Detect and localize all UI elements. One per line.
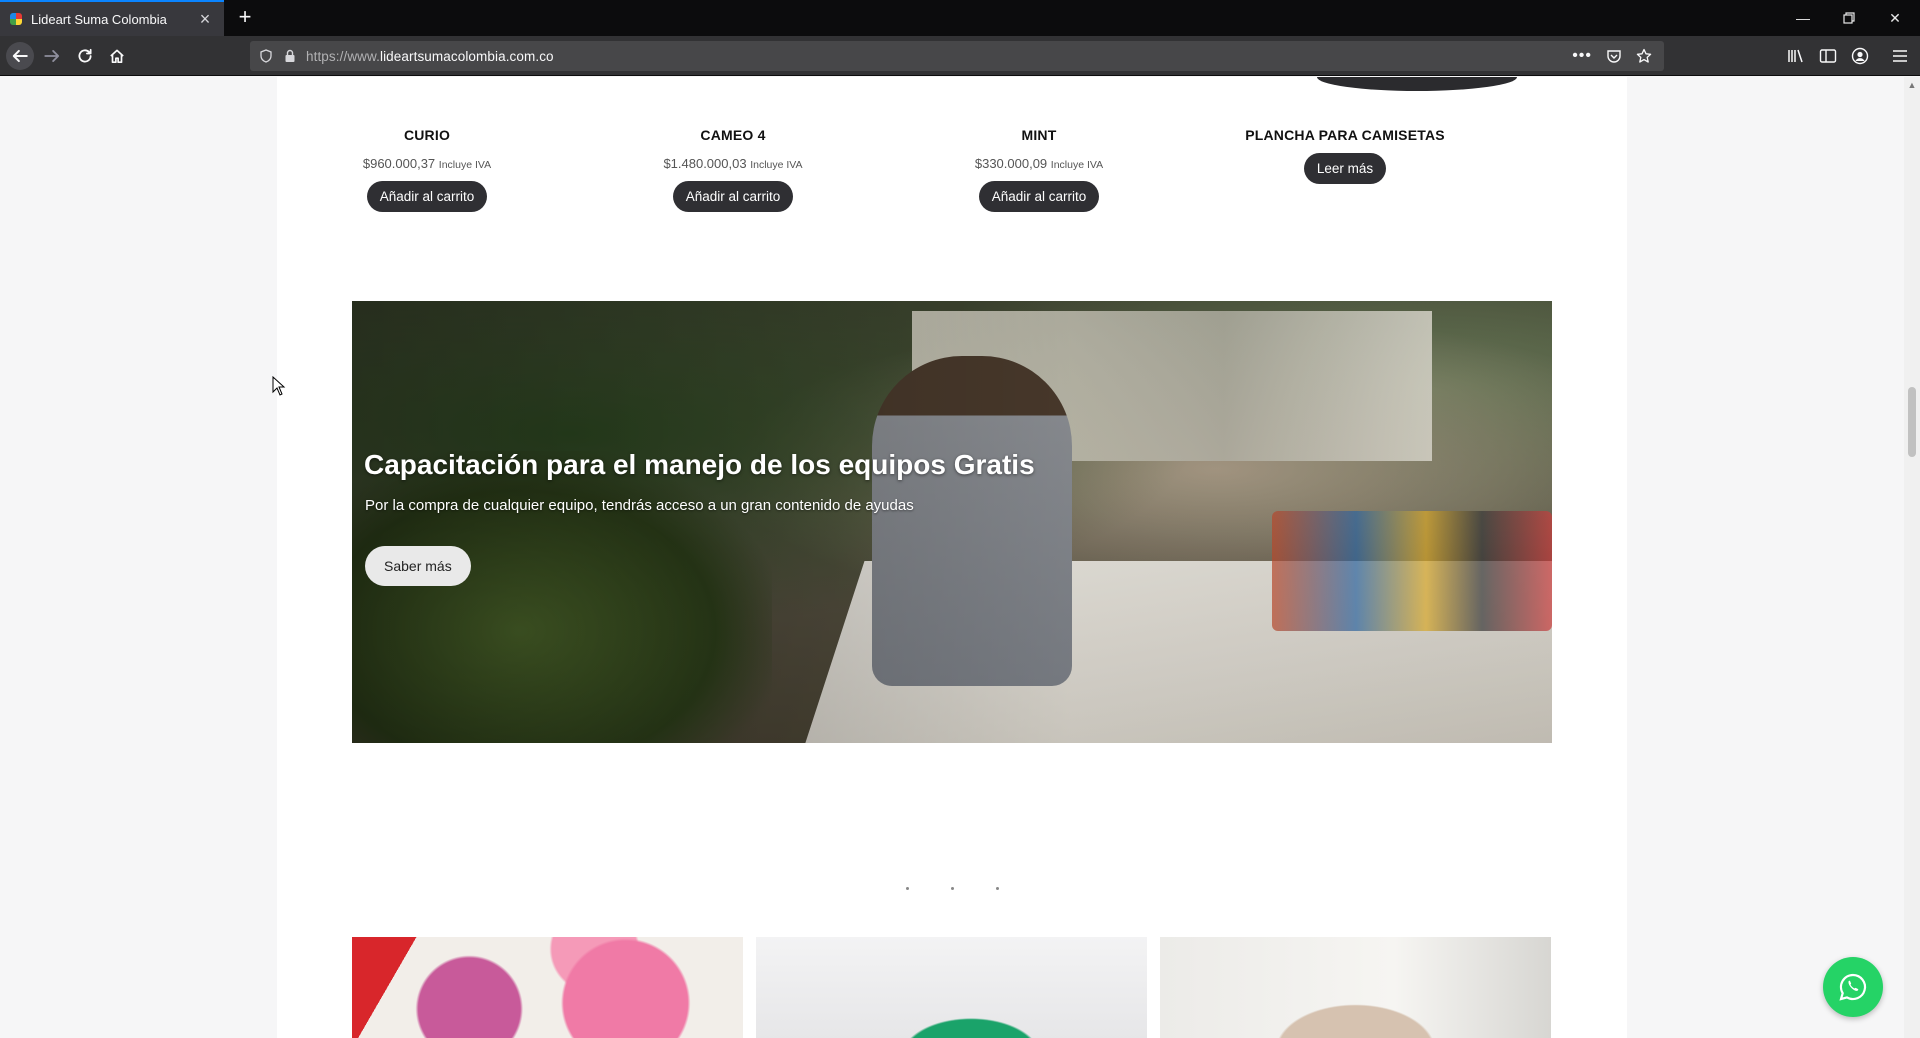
hero-title: Capacitación para el manejo de los equip… (364, 449, 1035, 480)
product-name[interactable]: PLANCHA PARA CAMISETAS (1195, 127, 1495, 143)
price-value: $330.000,09 (974, 156, 1048, 171)
product-name[interactable]: CAMEO 4 (583, 127, 883, 143)
forward-arrow-icon (44, 50, 60, 62)
menu-hamburger-icon[interactable] (1890, 46, 1910, 66)
tab-bar: Lideart Suma Colombia × + — ✕ (0, 0, 1920, 36)
pocket-icon[interactable] (1606, 48, 1622, 64)
new-tab-button[interactable]: + (232, 5, 258, 31)
bookmark-star-icon[interactable] (1636, 48, 1652, 64)
url-host: lideartsumacolombia.com.co (379, 48, 554, 64)
page-actions-icon[interactable]: ••• (1572, 47, 1592, 65)
hero-banner: Capacitación para el manejo de los equip… (352, 301, 1552, 743)
mouse-cursor-icon (272, 376, 286, 396)
restore-window-button[interactable] (1826, 0, 1872, 36)
learn-more-button[interactable]: Saber más (365, 546, 471, 586)
page-viewport: CURIO $960.000,37 Incluye IVA Añadir al … (0, 77, 1904, 1038)
site-favicon-icon (10, 13, 22, 25)
browser-tab[interactable]: Lideart Suma Colombia × (0, 0, 224, 36)
restore-icon (1843, 12, 1855, 24)
read-more-button[interactable]: Leer más (1303, 153, 1387, 184)
minimize-window-button[interactable]: — (1780, 0, 1826, 36)
carousel-pagination (277, 887, 1627, 890)
library-icon[interactable] (1786, 46, 1806, 66)
product-image-plancha (1317, 77, 1517, 91)
scroll-up-arrow-icon[interactable]: ▲ (1904, 77, 1920, 93)
back-button[interactable] (6, 42, 34, 70)
product-name[interactable]: CURIO (277, 127, 577, 143)
page-content: CURIO $960.000,37 Incluye IVA Añadir al … (277, 77, 1627, 1038)
category-tile-home[interactable] (1160, 937, 1551, 1038)
back-arrow-icon (12, 49, 28, 63)
product-card-plancha: PLANCHA PARA CAMISETAS Leer más (1195, 127, 1495, 184)
add-to-cart-button[interactable]: Añadir al carrito (978, 181, 1100, 212)
account-icon[interactable] (1850, 46, 1870, 66)
navigation-toolbar: https://www.lideartsumacolombia.com.co •… (0, 36, 1920, 76)
close-window-button[interactable]: ✕ (1872, 0, 1918, 36)
product-price: $330.000,09 Incluye IVA (889, 156, 1189, 171)
padlock-icon[interactable] (282, 48, 298, 64)
vertical-scrollbar[interactable]: ▲ (1904, 77, 1920, 1038)
tracking-protection-shield-icon[interactable] (258, 48, 274, 64)
scrollbar-thumb[interactable] (1908, 387, 1916, 457)
url-text: https://www.lideartsumacolombia.com.co (306, 49, 554, 64)
add-to-cart-button[interactable]: Añadir al carrito (366, 181, 488, 212)
product-price: $960.000,37 Incluye IVA (277, 156, 577, 171)
tax-note: Incluye IVA (438, 159, 492, 171)
product-price: $1.480.000,03 Incluye IVA (583, 156, 883, 171)
price-value: $960.000,37 (362, 156, 436, 171)
url-prefix: https://www. (306, 48, 380, 64)
tab-title: Lideart Suma Colombia (31, 11, 167, 27)
whatsapp-chat-button[interactable] (1823, 957, 1883, 1017)
add-to-cart-button[interactable]: Añadir al carrito (672, 181, 794, 212)
forward-button[interactable] (38, 42, 66, 70)
product-card-cameo-4: CAMEO 4 $1.480.000,03 Incluye IVA Añadir… (583, 127, 883, 212)
home-icon (110, 49, 124, 64)
category-tile-cookies[interactable] (352, 937, 743, 1038)
price-value: $1.480.000,03 (663, 156, 747, 171)
reload-button[interactable] (71, 42, 99, 70)
address-bar[interactable]: https://www.lideartsumacolombia.com.co •… (250, 41, 1664, 71)
reload-icon (78, 48, 92, 63)
product-name[interactable]: MINT (889, 127, 1189, 143)
product-card-mint: MINT $330.000,09 Incluye IVA Añadir al c… (889, 127, 1189, 212)
carousel-dot[interactable] (950, 887, 954, 890)
category-tile-green[interactable] (756, 937, 1147, 1038)
product-card-curio: CURIO $960.000,37 Incluye IVA Añadir al … (277, 127, 577, 212)
whatsapp-icon (1839, 973, 1867, 1001)
carousel-dot[interactable] (905, 887, 909, 890)
sidebar-icon[interactable] (1818, 46, 1838, 66)
hero-subtitle: Por la compra de cualquier equipo, tendr… (365, 497, 914, 514)
tax-note: Incluye IVA (1050, 159, 1104, 171)
carousel-dot[interactable] (995, 887, 999, 890)
home-button[interactable] (103, 42, 131, 70)
close-tab-icon[interactable]: × (196, 10, 214, 28)
tax-note: Incluye IVA (750, 159, 803, 171)
